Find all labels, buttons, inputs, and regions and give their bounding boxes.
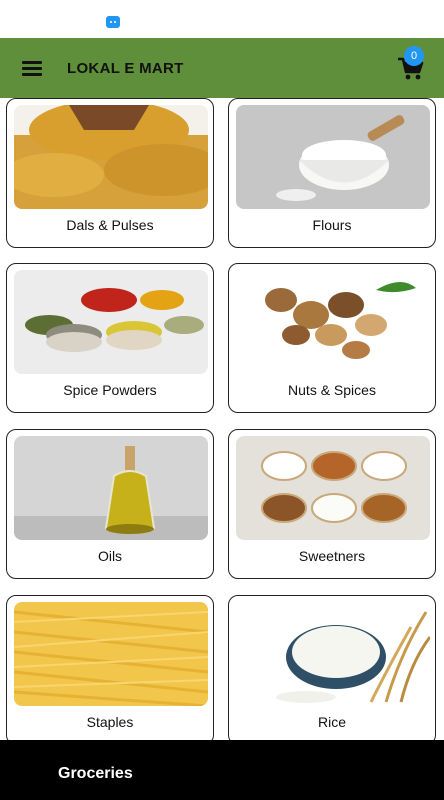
status-bar	[0, 0, 444, 38]
category-label: Nuts & Spices	[288, 382, 376, 398]
cart-count-badge: 0	[404, 46, 424, 66]
app-title: LOKAL E MART	[67, 60, 184, 77]
category-label: Oils	[97, 548, 123, 564]
category-label: Flours	[312, 217, 352, 233]
app-bar: LOKAL E MART 0	[0, 38, 444, 98]
category-card-dals-pulses[interactable]: Dals & Pulses	[6, 98, 214, 248]
category-card-flours[interactable]: Flours	[228, 98, 436, 248]
category-card-oils[interactable]: Oils	[6, 429, 214, 579]
category-card-staples[interactable]: Staples	[6, 595, 214, 745]
category-card-sweetners[interactable]: Sweetners	[228, 429, 436, 579]
category-card-rice[interactable]: Rice	[228, 595, 436, 745]
rice-image	[236, 602, 430, 706]
notification-icon	[106, 16, 120, 28]
category-card-spice-powders[interactable]: Spice Powders	[6, 263, 214, 413]
category-label: Rice	[317, 714, 346, 730]
category-card-nuts-spices[interactable]: Nuts & Spices	[228, 263, 436, 413]
category-label: Staples	[86, 714, 134, 730]
menu-icon[interactable]	[20, 58, 44, 78]
spice-powders-image	[14, 270, 208, 374]
bottom-bar: Groceries	[0, 740, 444, 800]
nuts-spices-image	[236, 270, 430, 374]
oils-image	[14, 436, 208, 540]
category-label: Spice Powders	[63, 382, 157, 398]
bottom-bar-title[interactable]: Groceries	[58, 765, 133, 783]
sweetners-image	[236, 436, 430, 540]
dals-pulses-image	[14, 105, 208, 209]
staples-image	[14, 602, 208, 706]
category-label: Dals & Pulses	[66, 217, 154, 233]
flours-image	[236, 105, 430, 209]
category-label: Sweetners	[298, 548, 366, 564]
